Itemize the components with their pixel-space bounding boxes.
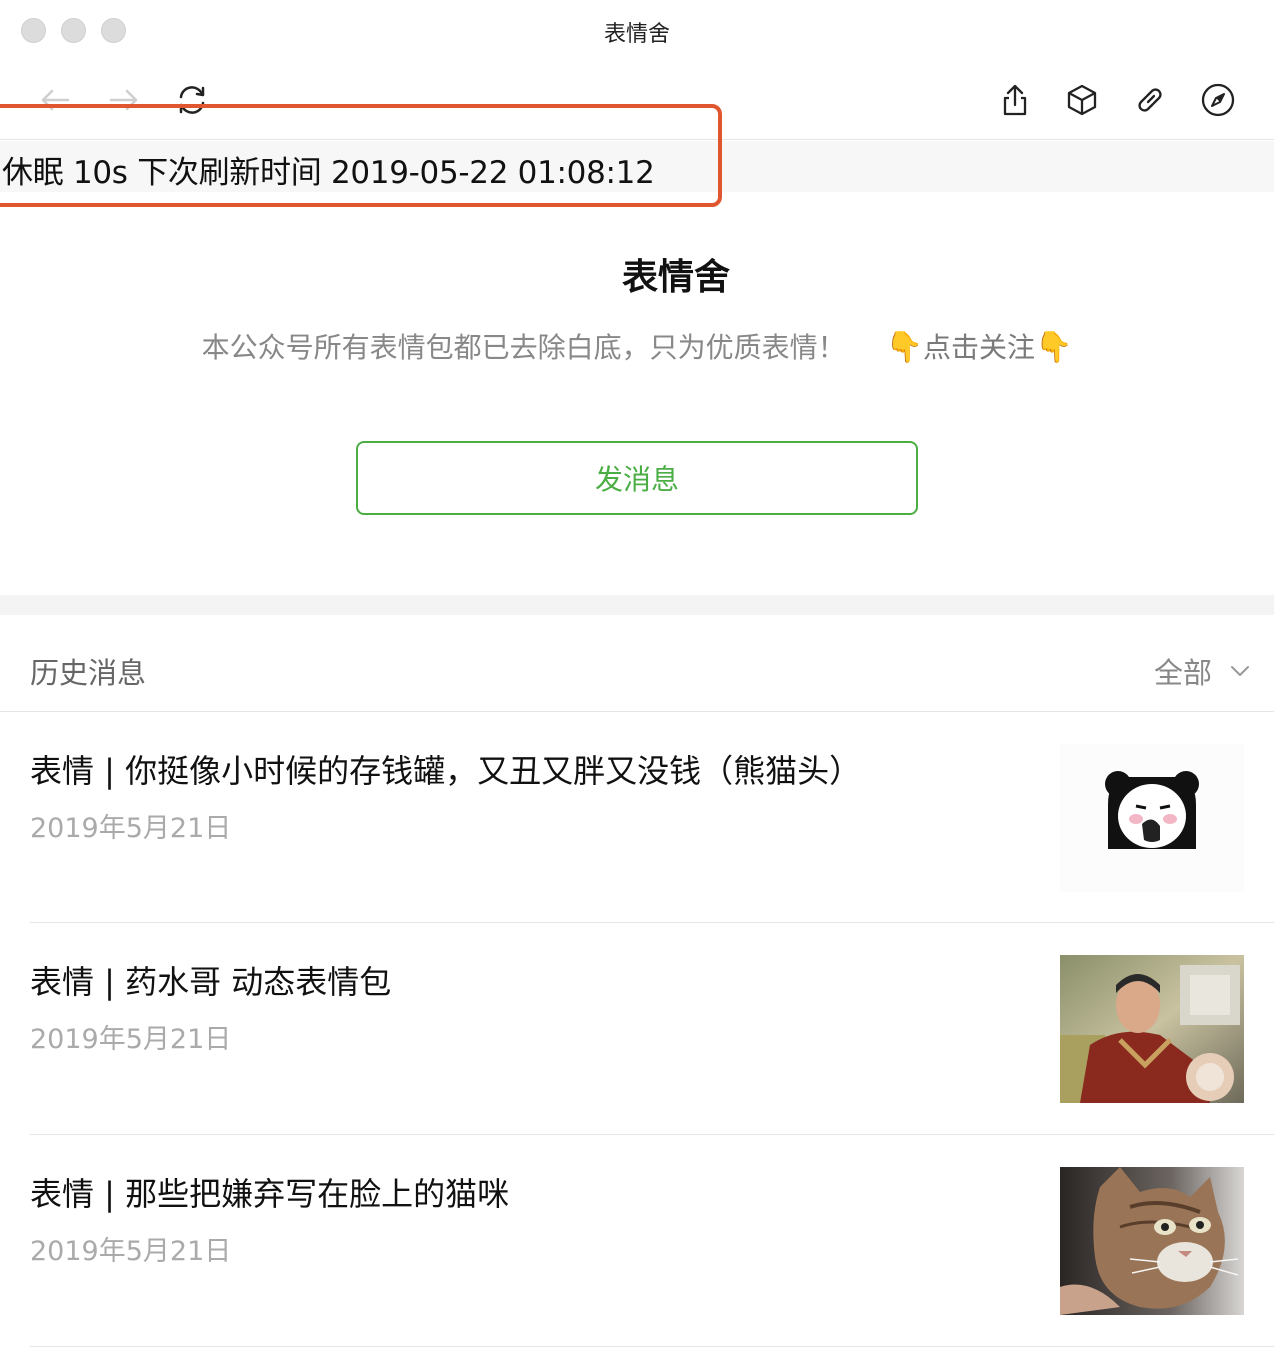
pointing-down-icon: 👇	[1035, 330, 1073, 365]
article-item[interactable]: 表情 | 那些把嫌弃写在脸上的猫咪 2019年5月21日	[30, 1135, 1274, 1347]
cat-thumbnail[interactable]	[1060, 1167, 1244, 1315]
article-item[interactable]: 表情 | 你挺像小时候的存钱罐，又丑又胖又没钱（熊猫头） 2019年5月21日	[30, 712, 1274, 923]
link-icon[interactable]	[1130, 80, 1170, 120]
filter-label: 全部	[1153, 656, 1212, 690]
article-date: 2019年5月21日	[30, 1236, 232, 1267]
panda-meme-thumbnail[interactable]	[1060, 744, 1244, 892]
annotation-highlight-box	[0, 104, 722, 207]
article-title[interactable]: 表情 | 你挺像小时候的存钱罐，又丑又胖又没钱（熊猫头）	[30, 746, 861, 792]
article-item[interactable]: 表情 | 药水哥 动态表情包 2019年5月21日	[30, 923, 1274, 1135]
history-filter-dropdown[interactable]: 全部	[1154, 650, 1250, 692]
chevron-down-icon	[1231, 666, 1249, 676]
article-title[interactable]: 表情 | 那些把嫌弃写在脸上的猫咪	[30, 1169, 509, 1215]
article-title[interactable]: 表情 | 药水哥 动态表情包	[30, 957, 391, 1003]
article-date: 2019年5月21日	[30, 813, 232, 844]
article-date: 2019年5月21日	[30, 1024, 232, 1055]
account-name: 表情舍	[621, 257, 730, 298]
share-icon[interactable]	[995, 80, 1035, 120]
pointing-down-icon: 👇	[885, 330, 923, 365]
cube-icon[interactable]	[1062, 80, 1102, 120]
compass-icon[interactable]	[1198, 80, 1238, 120]
account-description: 本公众号所有表情包都已去除白底，只为优质表情！ 👇点击关注👇	[0, 326, 1274, 366]
send-message-button[interactable]: 发消息	[356, 441, 918, 515]
man-pointing-thumbnail[interactable]	[1060, 955, 1244, 1103]
follow-label[interactable]: 点击关注	[923, 331, 1035, 364]
window-titlebar: 表情舍	[0, 0, 1274, 62]
section-divider	[0, 595, 1274, 615]
description-text: 本公众号所有表情包都已去除白底，只为优质表情！	[201, 331, 846, 364]
history-header: 历史消息 全部	[0, 615, 1274, 712]
history-title: 历史消息	[30, 656, 147, 690]
window-title: 表情舍	[603, 22, 670, 47]
